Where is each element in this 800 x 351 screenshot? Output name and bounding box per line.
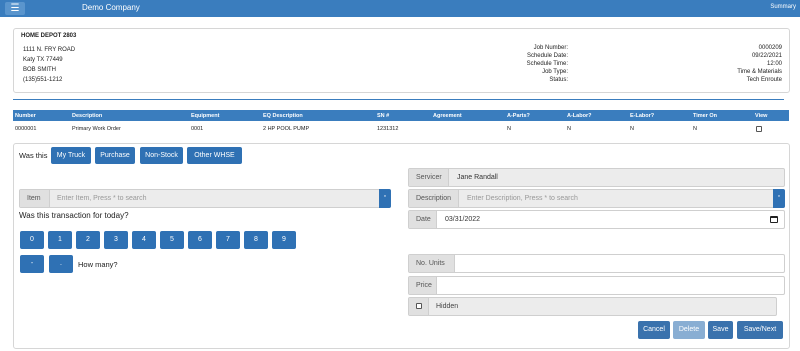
save-next-button[interactable]: Save/Next	[737, 321, 783, 339]
address-city: Katy TX 77449	[23, 57, 63, 63]
job-type-value: Time & Materials	[737, 69, 782, 75]
job-info-values: 0000209 09/22/2021 12:00 Time & Material…	[662, 44, 782, 84]
today-question: Was this transaction for today?	[19, 211, 129, 220]
cell-eq-description: 2 HP POOL PUMP	[263, 126, 310, 132]
view-checkbox[interactable]	[756, 126, 762, 132]
price-label: Price	[409, 277, 437, 294]
job-type-label: Job Type:	[542, 69, 568, 75]
cell-equipment: 0001	[191, 126, 204, 132]
address-line: 1111 N. FRY ROAD	[23, 47, 76, 53]
status-value: Tech Enroute	[746, 77, 782, 83]
table-row[interactable]: 0000001 Primary Work Order 0001 2 HP POO…	[13, 123, 789, 135]
col-e-labor: E-Labor?	[630, 113, 655, 119]
job-number-label: Job Number:	[533, 45, 568, 51]
units-label: No. Units	[409, 255, 455, 272]
date-field[interactable]: Date 03/31/2022	[408, 210, 785, 229]
status-label: Status:	[549, 77, 568, 83]
schedule-time-label: Schedule Time:	[526, 61, 568, 67]
col-sn: SN #	[377, 113, 390, 119]
description-field[interactable]: Description Enter Description, Press * t…	[408, 189, 785, 208]
col-timer-on: Timer On	[693, 113, 718, 119]
item-search-button[interactable]: *	[379, 189, 391, 208]
cancel-button[interactable]: Cancel	[638, 321, 670, 339]
item-field[interactable]: Item Enter Item, Press * to search *	[19, 189, 391, 208]
store-name: HOME DEPOT 2803	[21, 33, 77, 39]
col-eq-description: EQ Description	[263, 113, 303, 119]
save-button[interactable]: Save	[708, 321, 733, 339]
source-prompt: Was this	[19, 151, 48, 160]
other-whse-button[interactable]: Other WHSE	[187, 147, 242, 164]
date-input[interactable]: 03/31/2022	[445, 211, 480, 228]
hamburger-icon[interactable]: ☰	[5, 2, 25, 15]
key-4[interactable]: 4	[132, 231, 156, 249]
cell-timer-on: N	[693, 126, 697, 132]
item-input[interactable]: Enter Item, Press * to search	[57, 190, 146, 207]
summary-link[interactable]: Summary	[770, 4, 796, 10]
store-address: 1111 N. FRY ROAD Katy TX 77449 BOB SMITH…	[23, 45, 75, 85]
key-1[interactable]: 1	[48, 231, 72, 249]
key-dot[interactable]: .	[49, 255, 73, 273]
cell-e-labor: N	[630, 126, 634, 132]
job-card: HOME DEPOT 2803 1111 N. FRY ROAD Katy TX…	[13, 28, 790, 93]
calendar-icon[interactable]	[770, 216, 778, 223]
key-3[interactable]: 3	[104, 231, 128, 249]
cell-a-labor: N	[567, 126, 571, 132]
my-truck-button[interactable]: My Truck	[51, 147, 91, 164]
key-8[interactable]: 8	[244, 231, 268, 249]
purchase-button[interactable]: Purchase	[95, 147, 135, 164]
key-minus[interactable]: -	[20, 255, 44, 273]
price-field[interactable]: Price	[408, 276, 785, 295]
top-bar: ☰ Demo Company Summary	[0, 0, 800, 17]
servicer-label: Servicer	[409, 169, 449, 186]
cell-number: 0000001	[15, 126, 37, 132]
col-a-labor: A-Labor?	[567, 113, 592, 119]
key-5[interactable]: 5	[160, 231, 184, 249]
cell-a-parts: N	[507, 126, 511, 132]
col-number: Number	[15, 113, 36, 119]
contact-phone: (135)551-1212	[23, 77, 63, 83]
contact-name: BOB SMITH	[23, 67, 57, 73]
delete-button[interactable]: Delete	[673, 321, 705, 339]
key-0[interactable]: 0	[20, 231, 44, 249]
hidden-checkbox-addon[interactable]	[409, 298, 429, 315]
hidden-label: Hidden	[436, 303, 459, 310]
how-many-prompt: How many?	[78, 260, 118, 269]
col-equipment: Equipment	[191, 113, 220, 119]
description-input[interactable]: Enter Description, Press * to search	[467, 190, 578, 207]
key-2[interactable]: 2	[76, 231, 100, 249]
col-a-parts: A-Parts?	[507, 113, 530, 119]
company-name: Demo Company	[82, 3, 140, 12]
schedule-date-value: 09/22/2021	[751, 53, 782, 59]
cell-sn: 1231312	[377, 126, 399, 132]
servicer-field: Servicer Jane Randall	[408, 168, 785, 187]
key-6[interactable]: 6	[188, 231, 212, 249]
schedule-date-label: Schedule Date:	[526, 53, 568, 59]
date-label: Date	[409, 211, 437, 228]
description-label: Description	[409, 190, 459, 207]
job-number-value: 0000209	[758, 45, 782, 51]
table-header: Number Description Equipment EQ Descript…	[13, 110, 789, 121]
key-7[interactable]: 7	[216, 231, 240, 249]
hidden-checkbox[interactable]	[416, 303, 422, 309]
non-stock-button[interactable]: Non-Stock	[140, 147, 183, 164]
job-info-labels: Job Number: Schedule Date: Schedule Time…	[504, 44, 568, 84]
col-description: Description	[72, 113, 103, 119]
col-agreement: Agreement	[433, 113, 462, 119]
hidden-field[interactable]: Hidden	[408, 297, 777, 316]
cell-description: Primary Work Order	[72, 126, 121, 132]
key-9[interactable]: 9	[272, 231, 296, 249]
col-view: View	[755, 113, 768, 119]
item-label: Item	[20, 190, 50, 207]
description-search-button[interactable]: *	[773, 189, 785, 208]
divider	[13, 99, 784, 100]
schedule-time-value: 12:00	[766, 61, 782, 67]
units-field[interactable]: No. Units	[408, 254, 785, 273]
servicer-value: Jane Randall	[457, 174, 498, 181]
